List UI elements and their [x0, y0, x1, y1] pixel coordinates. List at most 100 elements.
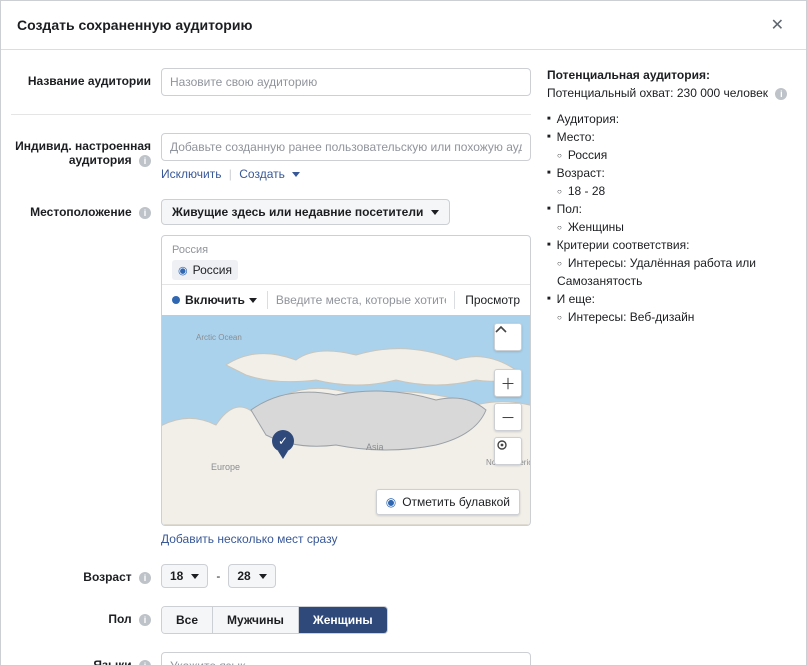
svg-text:Arctic Ocean: Arctic Ocean [196, 333, 242, 342]
reach-label: Потенциальный охват: [547, 86, 677, 100]
age-min-dropdown[interactable]: 18 [161, 564, 208, 588]
map-locate-button[interactable] [494, 437, 522, 465]
svg-text:Europe: Europe [211, 462, 240, 472]
add-multiple-locations-link[interactable]: Добавить несколько мест сразу [161, 532, 531, 546]
languages-input[interactable] [161, 652, 531, 665]
info-icon[interactable]: i [139, 207, 151, 219]
custom-audience-links: Исключить | Создать [161, 167, 531, 181]
location-box: Россия ◉ Россия Включить [161, 235, 531, 526]
summary-place-label: Место: [547, 128, 794, 146]
chevron-down-icon [292, 172, 300, 177]
create-link-text: Создать [239, 167, 285, 181]
age-dash: - [216, 569, 220, 583]
map-up-button[interactable] [494, 323, 522, 351]
summary-criteria-label: Критерии соответствия: [547, 236, 794, 254]
age-min-value: 18 [170, 569, 183, 583]
gender-women-button[interactable]: Женщины [299, 607, 387, 633]
form-column: Название аудитории Индивид. настроенная … [1, 50, 541, 665]
label-audience-name: Название аудитории [11, 68, 161, 88]
summary-place-value: Россия [557, 146, 794, 164]
dialog-title: Создать сохраненную аудиторию [17, 17, 252, 33]
info-icon[interactable]: i [139, 614, 151, 626]
potential-reach: Потенциальный охват: 230 000 человек i [547, 86, 794, 100]
info-icon[interactable]: i [139, 660, 151, 665]
summary-and-value: Интересы: Веб-дизайн [557, 308, 794, 326]
map-zoom-out-button[interactable]: － [494, 403, 522, 431]
location-mode-text: Живущие здесь или недавние посетители [172, 205, 423, 219]
label-languages-text: Языки [93, 658, 131, 665]
include-dot-icon [172, 296, 180, 304]
info-icon[interactable]: i [139, 572, 151, 584]
age-max-value: 28 [237, 569, 250, 583]
location-search-input[interactable] [274, 289, 448, 311]
reach-value: 230 000 человек [677, 86, 768, 100]
marker-point [278, 451, 288, 459]
location-selected-area: Россия ◉ Россия [162, 236, 530, 284]
location-view-link[interactable]: Просмотр [461, 291, 524, 309]
gender-all-button[interactable]: Все [162, 607, 213, 633]
label-custom-audience: Индивид. настроенная аудитория i [11, 133, 161, 167]
summary-age-label: Возраст: [547, 164, 794, 182]
link-separator: | [229, 167, 232, 181]
exclude-link[interactable]: Исключить [161, 167, 221, 181]
svg-text:Asia: Asia [366, 442, 384, 452]
map-marker: ✓ [272, 430, 294, 459]
potential-audience-heading: Потенциальная аудитория: [547, 68, 794, 82]
location-chip-text: Россия [193, 263, 232, 277]
gender-segmented: Все Мужчины Женщины [161, 606, 388, 634]
dialog-header: Создать сохраненную аудиторию ✕ [1, 1, 806, 50]
mark-with-pin-button[interactable]: ◉ Отметить булавкой [376, 489, 520, 515]
info-icon[interactable]: i [139, 155, 151, 167]
create-link[interactable]: Создать [239, 167, 300, 181]
label-audience-name-text: Название аудитории [28, 74, 151, 88]
label-age-text: Возраст [83, 570, 131, 584]
vertical-separator [454, 291, 455, 309]
age-max-dropdown[interactable]: 28 [228, 564, 275, 588]
label-age: Возраст i [11, 564, 161, 584]
close-icon[interactable]: ✕ [765, 11, 790, 39]
potential-audience-panel: Потенциальная аудитория: Потенциальный о… [541, 50, 806, 665]
summary-audience-label: Аудитория: [547, 110, 794, 128]
pin-icon: ◉ [386, 495, 396, 509]
gender-men-button[interactable]: Мужчины [213, 607, 299, 633]
chevron-up-icon [495, 324, 521, 350]
chevron-down-icon [431, 210, 439, 215]
label-location-text: Местоположение [30, 205, 131, 219]
label-languages: Языки i [11, 652, 161, 665]
location-input-row: Включить Просмотр [162, 284, 530, 315]
include-text: Включить [185, 293, 245, 307]
label-gender-text: Пол [108, 612, 131, 626]
row-languages: Языки i [11, 652, 531, 665]
pin-icon: ◉ [178, 264, 188, 277]
row-audience-name: Название аудитории [11, 68, 531, 96]
summary-age-value: 18 - 28 [557, 182, 794, 200]
locate-icon [495, 438, 521, 464]
summary-and-label: И еще: [547, 290, 794, 308]
label-gender: Пол i [11, 606, 161, 626]
summary-criteria-value: Интересы: Удалённая работа или Самозанят… [557, 254, 794, 290]
map-zoom-in-button[interactable]: ＋ [494, 369, 522, 397]
row-gender: Пол i Все Мужчины Женщины [11, 606, 531, 634]
location-chip-russia[interactable]: ◉ Россия [172, 260, 238, 280]
audience-name-input[interactable] [161, 68, 531, 96]
location-map[interactable]: Europe Asia North America Arctic Ocean ✓ [162, 315, 530, 525]
location-mode-dropdown[interactable]: Живущие здесь или недавние посетители [161, 199, 450, 225]
row-location: Местоположение i Живущие здесь или недав… [11, 199, 531, 546]
chevron-down-icon [259, 574, 267, 579]
section-separator [11, 114, 531, 115]
row-age: Возраст i 18 - 28 [11, 564, 531, 588]
dialog-body: Название аудитории Индивид. настроенная … [1, 50, 806, 665]
row-custom-audience: Индивид. настроенная аудитория i Исключи… [11, 133, 531, 181]
label-custom-audience-text: Индивид. настроенная аудитория [15, 139, 151, 167]
label-location: Местоположение i [11, 199, 161, 219]
summary-gender-value: Женщины [557, 218, 794, 236]
create-saved-audience-dialog: Создать сохраненную аудиторию ✕ Название… [0, 0, 807, 666]
audience-summary-list: Аудитория: Место: [547, 110, 794, 146]
vertical-separator [267, 291, 268, 309]
country-group-label: Россия [172, 244, 520, 256]
custom-audience-input[interactable] [161, 133, 531, 161]
chevron-down-icon [191, 574, 199, 579]
map-controls: ＋ － [494, 323, 522, 465]
include-dropdown[interactable]: Включить [168, 291, 261, 309]
info-icon[interactable]: i [775, 88, 787, 100]
